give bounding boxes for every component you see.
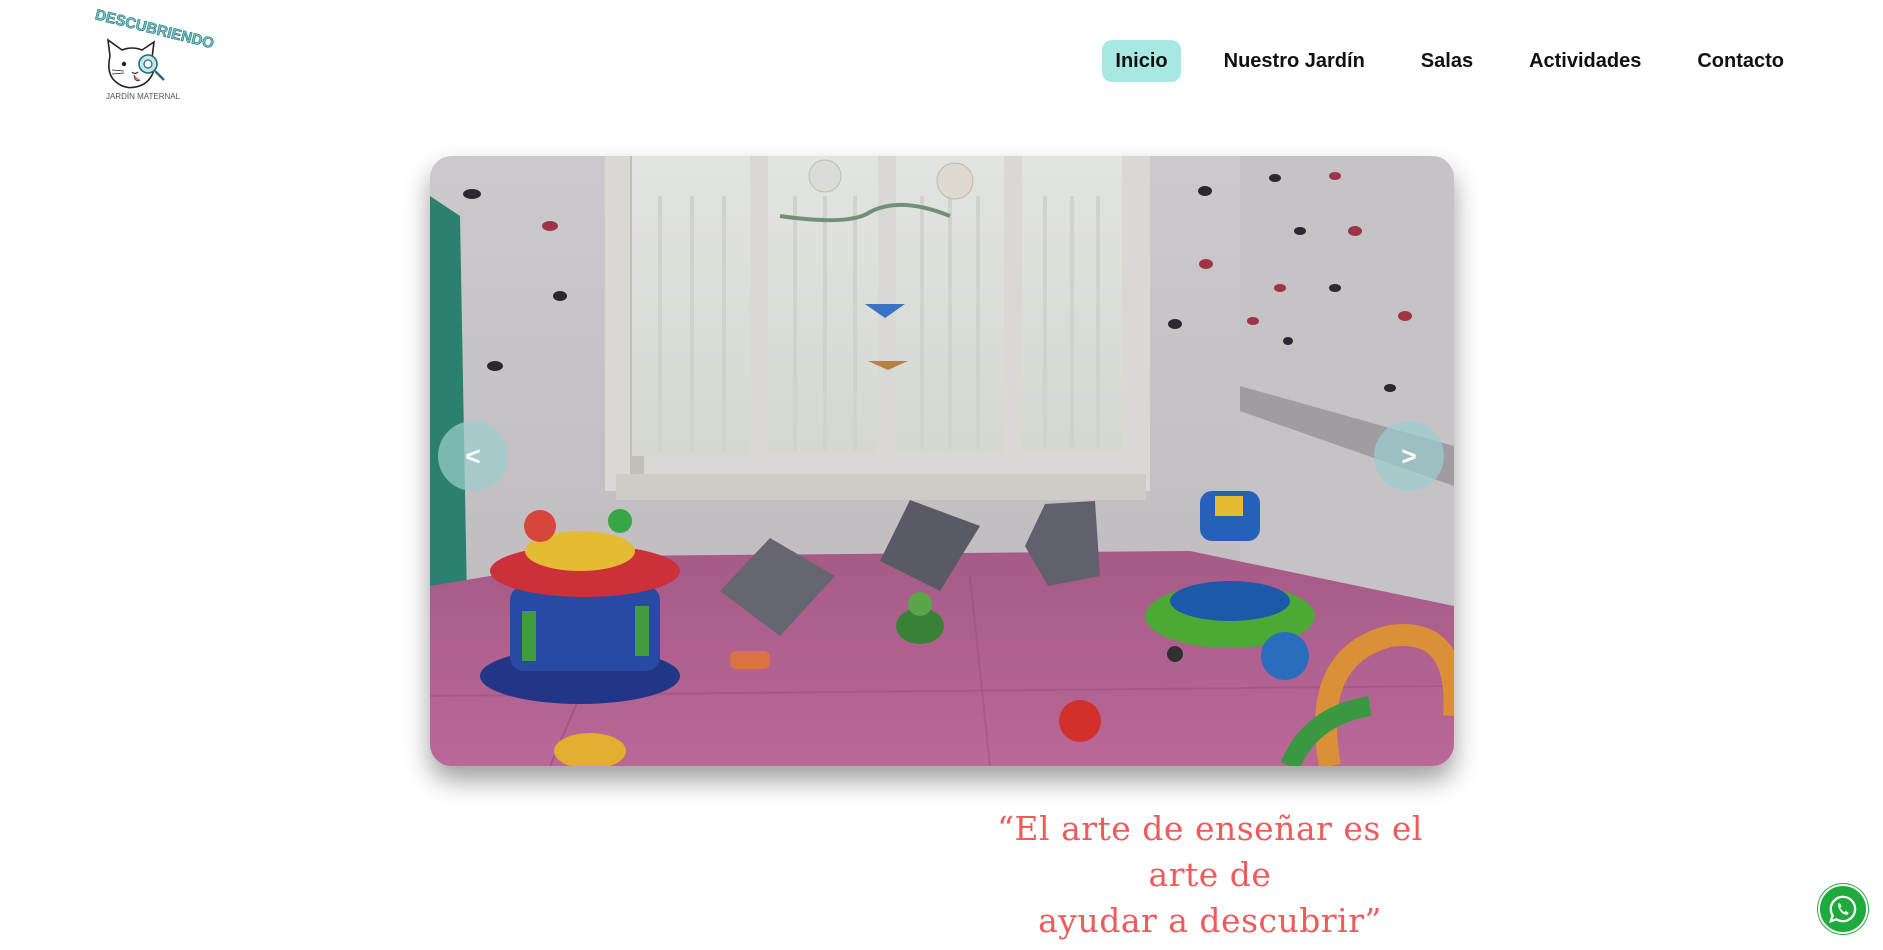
main-nav: Inicio Nuestro Jardín Salas Actividades … <box>1102 40 1797 82</box>
nav-item-nuestro-jardin[interactable]: Nuestro Jardín <box>1211 40 1378 82</box>
nav-item-contacto[interactable]: Contacto <box>1684 40 1797 82</box>
carousel-prev-button[interactable]: < <box>438 421 508 491</box>
nav-item-salas[interactable]: Salas <box>1408 40 1486 82</box>
playroom-photo <box>430 156 1454 766</box>
carousel-next-button[interactable]: > <box>1374 421 1444 491</box>
whatsapp-button[interactable] <box>1818 884 1868 934</box>
image-carousel: < > <box>430 156 1454 766</box>
quote-text: “El arte de enseñar es el arte de ayudar… <box>960 806 1460 944</box>
logo-subtitle: JARDÍN MATERNAL <box>105 92 181 101</box>
nav-item-actividades[interactable]: Actividades <box>1516 40 1654 82</box>
site-logo[interactable]: DESCUBRIENDO JARDÍN MATERNAL <box>93 6 216 108</box>
quote-line-1: “El arte de enseñar es el arte de <box>997 809 1423 894</box>
nav-item-inicio[interactable]: Inicio <box>1102 40 1181 82</box>
site-header: DESCUBRIENDO JARDÍN MATERNAL Inicio Nues… <box>0 0 1883 125</box>
quote-line-2: ayudar a descubrir” <box>1038 901 1382 940</box>
whatsapp-icon <box>1829 895 1857 923</box>
cat-logo-icon <box>106 38 165 89</box>
